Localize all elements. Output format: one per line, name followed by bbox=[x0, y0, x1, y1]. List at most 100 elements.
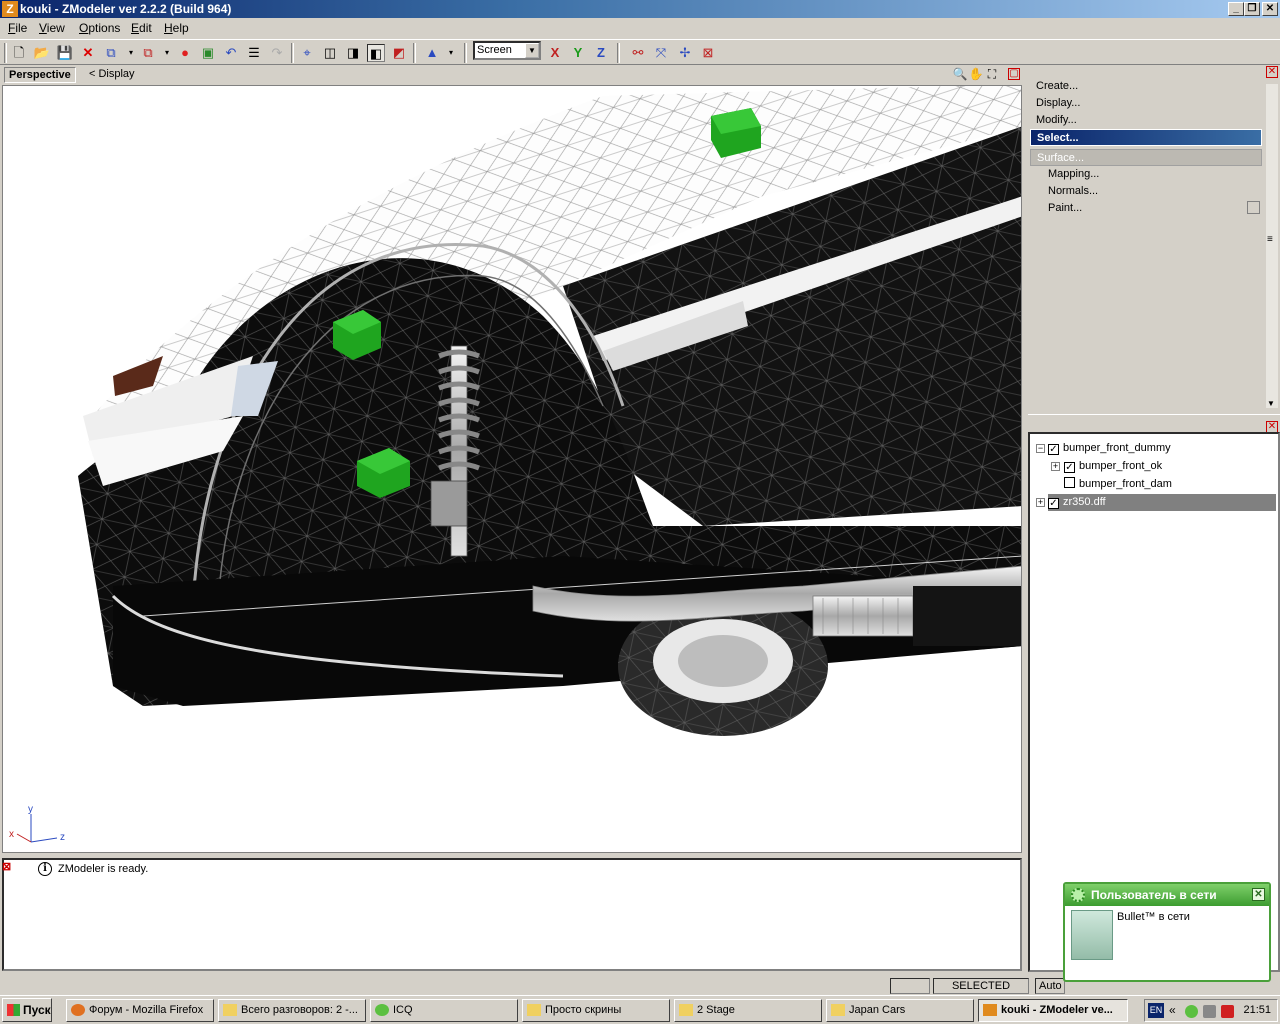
toolbar-separator bbox=[291, 43, 294, 63]
selected-mode-icon[interactable]: ◧ bbox=[367, 44, 385, 62]
tree-node-label: zr350.dff bbox=[1063, 496, 1106, 508]
command-menu: Create... Display... Modify... Select...… bbox=[1030, 78, 1262, 217]
viewport-tab-perspective[interactable]: Perspective bbox=[4, 67, 76, 83]
window-title: kouki - ZModeler ver 2.2.2 (Build 964) bbox=[20, 2, 232, 16]
task-folder-screens[interactable]: Просто скрины bbox=[522, 999, 670, 1022]
maximize-viewport-icon[interactable]: ⛶ bbox=[984, 67, 1000, 82]
task-zmodeler[interactable]: kouki - ZModeler ve... bbox=[978, 999, 1128, 1022]
tree-node[interactable]: bumper_front_dam bbox=[1064, 476, 1172, 493]
undo-icon[interactable]: ↶ bbox=[222, 44, 240, 62]
title-bar: Z kouki - ZModeler ver 2.2.2 (Build 964)… bbox=[0, 0, 1280, 18]
menu-view[interactable]: View bbox=[39, 21, 65, 35]
close-log-icon[interactable]: ⊠ bbox=[2, 860, 16, 873]
export-icon[interactable]: ⧉ bbox=[139, 44, 157, 62]
command-mapping[interactable]: Mapping... bbox=[1030, 166, 1262, 183]
menu-file[interactable]: File bbox=[8, 21, 27, 35]
pivot-dropdown-icon[interactable]: ▾ bbox=[442, 44, 460, 62]
render-icon[interactable]: ▣ bbox=[199, 44, 217, 62]
icq-notification[interactable]: Пользователь в сети ✕ Bullet™ в сети bbox=[1063, 882, 1271, 982]
command-panel-scrollbar[interactable]: ≡ ▼ bbox=[1266, 84, 1278, 408]
task-folder-2stage[interactable]: 2 Stage bbox=[674, 999, 822, 1022]
notification-message: Bullet™ в сети bbox=[1117, 911, 1190, 923]
menu-help[interactable]: Help bbox=[164, 21, 189, 35]
collapse-icon[interactable]: − bbox=[1036, 444, 1045, 453]
close-viewport-icon[interactable]: ▢ bbox=[1008, 68, 1020, 80]
task-firefox[interactable]: Форум - Mozilla Firefox bbox=[66, 999, 214, 1022]
properties-icon[interactable]: ☰ bbox=[245, 44, 263, 62]
close-notification-icon[interactable]: ✕ bbox=[1252, 888, 1265, 901]
zoom-icon[interactable]: 🔍 bbox=[952, 67, 968, 81]
tray-expand-icon[interactable]: « bbox=[1169, 1003, 1176, 1017]
command-create[interactable]: Create... bbox=[1030, 78, 1262, 95]
paint-color-swatch[interactable] bbox=[1247, 201, 1260, 214]
command-modify[interactable]: Modify... bbox=[1030, 112, 1262, 129]
scroll-down-icon[interactable]: ▼ bbox=[1267, 399, 1275, 408]
visibility-checkbox[interactable]: ✓ bbox=[1048, 498, 1059, 509]
restore-button[interactable]: ❐ bbox=[1244, 2, 1260, 16]
tree-node[interactable]: ✓ bumper_front_ok bbox=[1064, 458, 1162, 475]
redo-icon[interactable]: ↷ bbox=[268, 44, 286, 62]
object-mode-icon[interactable]: ◨ bbox=[344, 44, 362, 62]
command-select[interactable]: Select... bbox=[1030, 129, 1262, 146]
import-dropdown-icon[interactable]: ▾ bbox=[122, 44, 140, 62]
task-chat[interactable]: Всего разговоров: 2 -... bbox=[218, 999, 366, 1022]
expand-icon[interactable]: + bbox=[1036, 498, 1045, 507]
expand-icon[interactable]: + bbox=[1051, 462, 1060, 471]
coord-system-select[interactable]: Screen ▼ bbox=[473, 41, 541, 60]
network-tray-icon[interactable] bbox=[1203, 1005, 1216, 1018]
link-icon[interactable]: ⚯ bbox=[629, 44, 647, 62]
close-window-button[interactable]: ✕ bbox=[1262, 2, 1278, 16]
axis-x-toggle[interactable]: X bbox=[546, 44, 564, 62]
command-paint[interactable]: Paint... bbox=[1030, 200, 1262, 217]
menu-options[interactable]: Options bbox=[79, 21, 120, 35]
open-file-icon[interactable]: 📂 bbox=[33, 44, 51, 62]
minimize-button[interactable]: _ bbox=[1228, 2, 1244, 16]
command-surface[interactable]: Surface... bbox=[1030, 149, 1262, 166]
3d-viewport[interactable]: y x z bbox=[2, 85, 1022, 853]
task-icq[interactable]: ICQ bbox=[370, 999, 518, 1022]
axis-label-y: y bbox=[28, 804, 33, 815]
icq-tray-icon[interactable] bbox=[1185, 1005, 1198, 1018]
move-axis-icon[interactable]: ⤧ bbox=[652, 44, 670, 62]
task-label: 2 Stage bbox=[697, 1004, 735, 1016]
task-folder-japan-cars[interactable]: Japan Cars bbox=[826, 999, 974, 1022]
windows-flag-icon bbox=[7, 1004, 20, 1016]
tree-node[interactable]: ✓ bumper_front_dummy bbox=[1048, 440, 1171, 457]
scale-axis-icon[interactable]: ⊠ bbox=[699, 44, 717, 62]
pivot-icon[interactable]: ▲ bbox=[423, 44, 441, 62]
antivirus-tray-icon[interactable] bbox=[1221, 1005, 1234, 1018]
import-icon[interactable]: ⧉ bbox=[102, 44, 120, 62]
menu-edit[interactable]: Edit bbox=[131, 21, 152, 35]
visibility-checkbox[interactable]: ✓ bbox=[1048, 444, 1059, 455]
icq-flower-icon bbox=[375, 1004, 389, 1016]
vertex-mode-icon[interactable]: ⌖ bbox=[298, 44, 316, 62]
tree-node-label: bumper_front_ok bbox=[1079, 460, 1163, 472]
record-icon[interactable]: ● bbox=[176, 44, 194, 62]
visibility-checkbox[interactable] bbox=[1064, 477, 1075, 488]
pan-hand-icon[interactable]: ✋ bbox=[968, 67, 984, 81]
display-toggle[interactable]: < Display bbox=[89, 68, 135, 80]
tree-node-label: bumper_front_dam bbox=[1079, 478, 1172, 490]
toolbar-grip bbox=[4, 43, 7, 63]
export-dropdown-icon[interactable]: ▾ bbox=[158, 44, 176, 62]
zmodeler-app-icon[interactable]: Z bbox=[2, 1, 18, 17]
visibility-checkbox[interactable]: ✓ bbox=[1064, 462, 1075, 473]
axis-z-toggle[interactable]: Z bbox=[592, 44, 610, 62]
command-normals[interactable]: Normals... bbox=[1030, 183, 1262, 200]
new-file-icon[interactable]: 🗋 bbox=[10, 44, 28, 62]
axis-y-toggle[interactable]: Y bbox=[569, 44, 587, 62]
delete-icon[interactable]: ✕ bbox=[79, 44, 97, 62]
face-mode-icon[interactable]: ◫ bbox=[321, 44, 339, 62]
wire-mode-icon[interactable]: ◩ bbox=[390, 44, 408, 62]
scroll-grip-icon[interactable]: ≡ bbox=[1267, 234, 1273, 245]
command-display[interactable]: Display... bbox=[1030, 95, 1262, 112]
rotate-axis-icon[interactable]: ✢ bbox=[676, 44, 694, 62]
start-button[interactable]: Пуск bbox=[2, 998, 52, 1022]
close-panel-icon[interactable]: ✕ bbox=[1266, 66, 1278, 78]
tree-node[interactable]: ✓ zr350.dff bbox=[1048, 494, 1276, 511]
language-indicator[interactable]: EN bbox=[1148, 1003, 1164, 1018]
chevron-down-icon[interactable]: ▼ bbox=[525, 43, 539, 58]
task-label: Всего разговоров: 2 -... bbox=[241, 1004, 358, 1016]
coord-system-value: Screen bbox=[477, 44, 512, 56]
save-file-icon[interactable]: 💾 bbox=[56, 44, 74, 62]
